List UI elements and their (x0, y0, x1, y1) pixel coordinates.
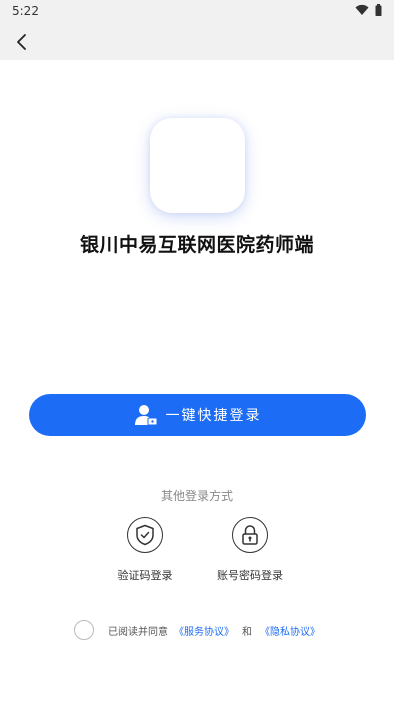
service-agreement-link[interactable]: 《服务协议》 (174, 623, 234, 638)
lock-icon (242, 525, 258, 545)
quick-login-label: 一键快捷登录 (165, 408, 262, 424)
agreement-and: 和 (242, 626, 252, 638)
sms-code-login-circle (127, 517, 163, 553)
status-bar: 5:22 (0, 0, 394, 24)
status-time: 5:22 (12, 4, 39, 18)
password-login-button[interactable]: 账号密码登录 (205, 517, 295, 583)
shield-check-icon (136, 524, 154, 546)
nav-bar (0, 24, 394, 60)
back-button[interactable] (8, 28, 36, 56)
password-login-circle (232, 517, 268, 553)
agreement-prefix: 已阅读并同意 (108, 626, 168, 638)
privacy-agreement-link[interactable]: 《隐私协议》 (260, 623, 320, 638)
app-logo (150, 118, 245, 213)
other-login-label: 其他登录方式 (160, 489, 233, 503)
wifi-icon (355, 4, 369, 15)
chevron-left-icon (17, 34, 26, 50)
password-login-label: 账号密码登录 (217, 569, 283, 582)
sms-code-login-button[interactable]: 验证码登录 (100, 517, 190, 583)
agreement-row: 已阅读并同意 《服务协议》 和 《隐私协议》 (74, 620, 320, 640)
status-icons (355, 4, 382, 16)
agreement-checkbox[interactable] (74, 620, 94, 640)
sms-code-login-label: 验证码登录 (117, 569, 173, 582)
battery-icon (375, 4, 382, 16)
user-lock-icon (134, 403, 158, 427)
app-title: 银川中易互联网医院药师端 (79, 234, 314, 256)
quick-login-button[interactable]: 一键快捷登录 (29, 394, 366, 436)
